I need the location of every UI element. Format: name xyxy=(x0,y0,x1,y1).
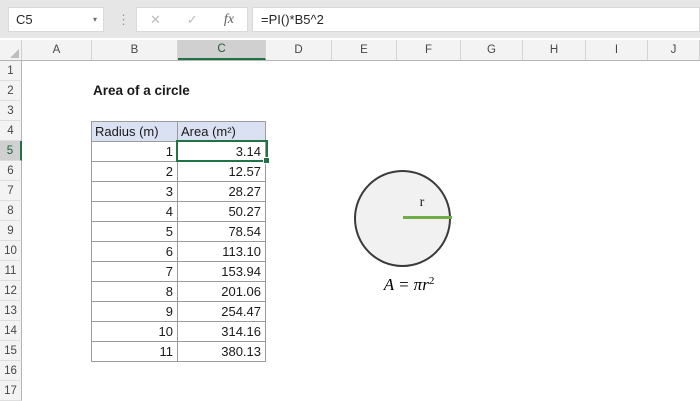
cell-c11[interactable]: 153.94 xyxy=(178,262,266,282)
row-header-12[interactable]: 12 xyxy=(0,281,22,301)
row-header-8[interactable]: 8 xyxy=(0,201,22,221)
cell-c9[interactable]: 78.54 xyxy=(178,222,266,242)
equation-lhs: A xyxy=(383,275,395,294)
cell-b13[interactable]: 9 xyxy=(92,302,178,322)
equation-text[interactable]: A = πr2 xyxy=(334,275,484,295)
cell-b7[interactable]: 3 xyxy=(92,182,178,202)
formula-input[interactable]: =PI()*B5^2 xyxy=(252,7,700,32)
select-all-button[interactable] xyxy=(0,40,22,60)
table-row: 7 153.94 xyxy=(92,262,266,282)
table-row: 4 50.27 xyxy=(92,202,266,222)
row-header-7[interactable]: 7 xyxy=(0,181,22,201)
row-header-16[interactable]: 16 xyxy=(0,361,22,381)
column-header-f[interactable]: F xyxy=(397,40,461,60)
equation-equals: = xyxy=(399,275,409,294)
cell-b12[interactable]: 8 xyxy=(92,282,178,302)
sheet-title-cell[interactable]: Area of a circle xyxy=(93,81,190,101)
cell-c15[interactable]: 380.13 xyxy=(178,342,266,362)
excel-window: { "formula_bar": { "name_box_value": "C5… xyxy=(0,0,700,401)
row-header-9[interactable]: 9 xyxy=(0,221,22,241)
enter-icon[interactable]: ✓ xyxy=(187,12,198,28)
table-row: 5 78.54 xyxy=(92,222,266,242)
radius-label: r xyxy=(419,195,425,210)
column-header-h[interactable]: H xyxy=(523,40,586,60)
table-row: 9 254.47 xyxy=(92,302,266,322)
cell-b15[interactable]: 11 xyxy=(92,342,178,362)
table-row: 1 3.14 xyxy=(92,142,266,162)
cell-c6[interactable]: 12.57 xyxy=(178,162,266,182)
row-header-17[interactable]: 17 xyxy=(0,381,22,401)
cell-c5[interactable]: 3.14 xyxy=(178,142,266,162)
row-header-10[interactable]: 10 xyxy=(0,241,22,261)
radius-line[interactable] xyxy=(403,216,452,219)
table-header-row: Radius (m) Area (m²) xyxy=(92,122,266,142)
column-header-g[interactable]: G xyxy=(461,40,523,60)
cell-c14[interactable]: 314.16 xyxy=(178,322,266,342)
column-headers: A B C D E F G H I J xyxy=(0,40,700,61)
column-header-j[interactable]: J xyxy=(648,40,700,60)
row-headers: 1 2 3 4 5 6 7 8 9 10 11 12 13 14 15 16 1… xyxy=(0,61,22,401)
table-row: 2 12.57 xyxy=(92,162,266,182)
table-row: 3 28.27 xyxy=(92,182,266,202)
separator-dots-icon: ⋮ xyxy=(117,11,130,27)
equation-exponent: 2 xyxy=(428,275,435,287)
name-box-dropdown-icon[interactable]: ▾ xyxy=(87,15,103,24)
table-row: 6 113.10 xyxy=(92,242,266,262)
row-header-4[interactable]: 4 xyxy=(0,121,22,141)
formula-text: =PI()*B5^2 xyxy=(261,12,324,27)
fill-handle[interactable] xyxy=(263,157,270,164)
column-header-d[interactable]: D xyxy=(266,40,332,60)
row-header-11[interactable]: 11 xyxy=(0,261,22,281)
column-header-c[interactable]: C xyxy=(178,40,266,60)
row-header-15[interactable]: 15 xyxy=(0,341,22,361)
table-row: 11 380.13 xyxy=(92,342,266,362)
cell-c7[interactable]: 28.27 xyxy=(178,182,266,202)
table-header-radius[interactable]: Radius (m) xyxy=(92,122,178,142)
table-row: 8 201.06 xyxy=(92,282,266,302)
row-header-1[interactable]: 1 xyxy=(0,61,22,81)
formula-bar-strip: C5 ▾ ⋮ ✕ ✓ fx =PI()*B5^2 xyxy=(0,0,700,38)
cell-b9[interactable]: 5 xyxy=(92,222,178,242)
name-box-value: C5 xyxy=(16,12,33,27)
row-header-6[interactable]: 6 xyxy=(0,161,22,181)
data-table: Radius (m) Area (m²) 1 3.14 2 12.57 3 28… xyxy=(91,121,266,362)
cell-c10[interactable]: 113.10 xyxy=(178,242,266,262)
sheet-cells[interactable]: Area of a circle Radius (m) Area (m²) 1 … xyxy=(22,61,700,400)
cell-b8[interactable]: 4 xyxy=(92,202,178,222)
row-header-5[interactable]: 5 xyxy=(0,141,22,161)
cell-b10[interactable]: 6 xyxy=(92,242,178,262)
column-header-e[interactable]: E xyxy=(332,40,397,60)
cancel-icon[interactable]: ✕ xyxy=(150,12,161,28)
column-header-i[interactable]: I xyxy=(586,40,648,60)
formula-buttons: ✕ ✓ fx xyxy=(136,7,248,32)
table-header-area[interactable]: Area (m²) xyxy=(178,122,266,142)
row-header-14[interactable]: 14 xyxy=(0,321,22,341)
equation-rhs: πr xyxy=(413,275,429,294)
table-row: 10 314.16 xyxy=(92,322,266,342)
cell-b14[interactable]: 10 xyxy=(92,322,178,342)
column-header-b[interactable]: B xyxy=(92,40,178,60)
row-header-3[interactable]: 3 xyxy=(0,101,22,121)
cell-b11[interactable]: 7 xyxy=(92,262,178,282)
cell-b5[interactable]: 1 xyxy=(92,142,178,162)
row-header-2[interactable]: 2 xyxy=(0,81,22,101)
insert-function-icon[interactable]: fx xyxy=(224,12,234,28)
row-header-13[interactable]: 13 xyxy=(0,301,22,321)
name-box[interactable]: C5 ▾ xyxy=(8,7,104,32)
cell-c8[interactable]: 50.27 xyxy=(178,202,266,222)
cell-c13[interactable]: 254.47 xyxy=(178,302,266,322)
select-all-triangle-icon xyxy=(10,49,19,58)
cell-b6[interactable]: 2 xyxy=(92,162,178,182)
column-header-a[interactable]: A xyxy=(22,40,92,60)
cell-c12[interactable]: 201.06 xyxy=(178,282,266,302)
